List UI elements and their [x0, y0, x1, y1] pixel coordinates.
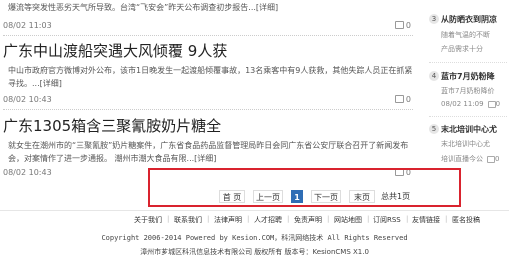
- last-page-button[interactable]: 末页: [349, 190, 375, 203]
- article-date: 08/02 11:03: [3, 21, 52, 30]
- comment-count[interactable]: 0: [394, 20, 411, 30]
- divider: [3, 109, 413, 110]
- sidebar-item-meta: 产品需求十分: [441, 45, 483, 53]
- separator: |: [247, 215, 250, 223]
- article-meta: 08/02 10:43 0: [3, 94, 411, 104]
- first-page-button[interactable]: 首 页: [219, 190, 245, 203]
- sidebar-item-summary: 随着气温的不断: [441, 31, 490, 39]
- prev-page-button[interactable]: 上一页: [253, 190, 283, 203]
- footer-link-sitemap[interactable]: 网站地图: [334, 215, 362, 225]
- divider: [429, 62, 507, 63]
- divider: [3, 35, 413, 36]
- article-summary: 爆流等突发性恶劣天气所导致。台湾“飞安会”昨天公布调查初步报告...[详细]: [8, 1, 413, 14]
- article-date: 08/02 10:43: [3, 95, 52, 104]
- separator: |: [327, 215, 330, 223]
- company-info: 漳州市芗城区科汛信息技术有限公司 版权所有 版本号：KesionCMS X1.0: [140, 248, 369, 256]
- footer-link-legal[interactable]: 法律声明: [214, 215, 242, 225]
- article-summary: 中山市政府官方微博对外公布，该市1日晚发生一起渡船倾覆事故，13名乘客中有9人获…: [8, 66, 413, 88]
- separator: |: [406, 215, 409, 223]
- separator: |: [367, 215, 370, 223]
- page-total: 总共1页: [381, 192, 411, 201]
- sidebar-ranking: 3 从防晒衣到阴凉 随着气温的不断 产品需求十分 4 蓝市7月奶粉降 蓝市7月奶…: [426, 0, 509, 190]
- separator: |: [207, 215, 210, 223]
- footer-link-disclaimer[interactable]: 免责声明: [294, 215, 322, 225]
- footer-nav: 关于我们 | 联系我们 | 法律声明 | 人才招聘 | 免责声明 | 网站地图 …: [0, 210, 509, 225]
- separator: |: [167, 215, 170, 223]
- footer-link-rss[interactable]: 订阅RSS: [373, 215, 401, 225]
- article-date: 08/02 10:43: [3, 168, 52, 177]
- sidebar-item-meta: 培训直播今公 0: [441, 155, 500, 163]
- sidebar-item-meta: 08/02 11:09 0: [441, 100, 501, 108]
- copyright-text: Copyright 2006-2014 Powered by Kesion.CO…: [101, 234, 408, 242]
- sidebar-item-title[interactable]: 从防晒衣到阴凉: [441, 14, 497, 25]
- article-list: 爆流等突发性恶劣天气所导致。台湾“飞安会”昨天公布调查初步报告...[详细] 0…: [0, 0, 420, 180]
- footer-link-submit[interactable]: 匿名投稿: [452, 215, 480, 225]
- article-title[interactable]: 广东中山渡船突遇大风倾覆 9人获: [3, 40, 227, 61]
- article-title[interactable]: 广东1305箱含三聚氰胺奶片糖全: [3, 115, 221, 136]
- next-page-button[interactable]: 下一页: [311, 190, 341, 203]
- comment-count[interactable]: 0: [394, 94, 411, 104]
- rank-number: 3: [429, 14, 439, 24]
- article-summary: 就女生在潮州市的“三聚氰胺”奶片糖案件，广东省食品药品监督管理局昨日会同广东省公…: [8, 141, 409, 163]
- sidebar-item-title[interactable]: 末北培训中心尤: [441, 124, 497, 135]
- separator: |: [445, 215, 448, 223]
- comment-icon: [394, 94, 404, 103]
- sidebar-item-title[interactable]: 蓝市7月奶粉降: [441, 71, 495, 82]
- rank-number: 4: [429, 71, 439, 81]
- footer-link-friends[interactable]: 友情链接: [412, 215, 440, 225]
- pagination-highlight: [148, 168, 461, 207]
- current-page[interactable]: 1: [291, 190, 303, 203]
- footer-link-jobs[interactable]: 人才招聘: [254, 215, 282, 225]
- comment-icon: [394, 20, 404, 29]
- comment-icon: [487, 155, 495, 163]
- footer-link-contact[interactable]: 联系我们: [174, 215, 202, 225]
- comment-icon: [487, 100, 496, 108]
- footer-link-about[interactable]: 关于我们: [134, 215, 162, 225]
- sidebar-item-summary: 末北培训中心尤: [441, 140, 490, 148]
- article-meta: 08/02 11:03 0: [3, 20, 411, 30]
- separator: |: [287, 215, 290, 223]
- article-summary-text: 爆流等突发性恶劣天气所导致。台湾“飞安会”昨天公布调查初步报告...[详细]: [8, 3, 279, 12]
- rank-number: 5: [429, 124, 439, 134]
- divider: [429, 116, 507, 117]
- sidebar-item-summary: 蓝市7月奶粉降价: [441, 87, 495, 95]
